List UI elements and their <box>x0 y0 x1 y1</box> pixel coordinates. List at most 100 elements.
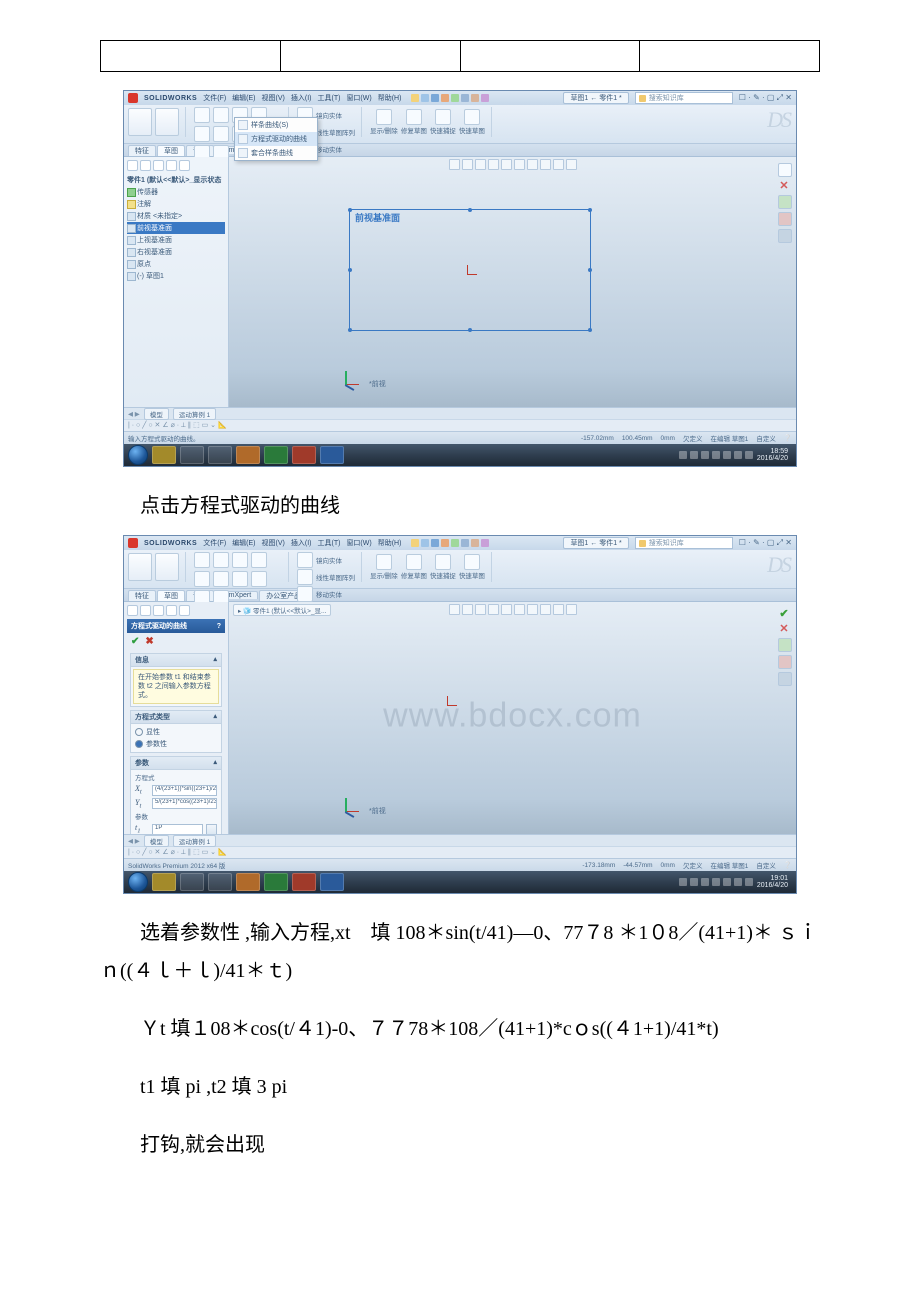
rebuild-icon[interactable] <box>471 539 479 547</box>
menu-tools[interactable]: 工具(T) <box>317 538 340 548</box>
tray-icon[interactable] <box>701 451 709 459</box>
window-controls[interactable]: ☐ · ✎ · ▢ ⤢ ✕ <box>739 538 792 548</box>
handle-icon[interactable] <box>588 208 592 212</box>
tray-icon[interactable] <box>679 878 687 886</box>
menu-view[interactable]: 视图(V) <box>262 93 285 103</box>
tab-sketch[interactable]: 草图 <box>157 145 185 156</box>
display-delete-icon[interactable] <box>376 109 392 125</box>
print-icon[interactable] <box>441 94 449 102</box>
new-icon[interactable] <box>411 539 419 547</box>
handle-icon[interactable] <box>348 268 352 272</box>
undo-icon[interactable] <box>451 94 459 102</box>
view-orient-icon[interactable] <box>501 604 512 615</box>
property-mgr-icon[interactable] <box>140 160 151 171</box>
tab-model[interactable]: 模型 <box>144 835 169 847</box>
taskbar-app-icon[interactable] <box>152 446 176 464</box>
tree-item-material[interactable]: 材质 <未指定> <box>127 210 225 222</box>
cancel-button-icon[interactable]: ✖ <box>145 636 153 647</box>
sketch-exit-button[interactable] <box>128 553 152 581</box>
tray-icon[interactable] <box>701 878 709 886</box>
search-input[interactable]: 搜索知识库 <box>635 92 733 104</box>
yt-input[interactable]: 5/(23+1)*cos((23+1)/23*t) <box>152 798 217 809</box>
line-tool-icon[interactable] <box>194 107 210 123</box>
slot-tool-icon[interactable] <box>232 571 248 587</box>
tree-tab-icons[interactable] <box>127 605 225 616</box>
collapse-icon[interactable]: ▴ <box>213 712 217 722</box>
zoom-fit-icon[interactable] <box>449 604 460 615</box>
menu-help[interactable]: 帮助(H) <box>378 93 402 103</box>
menu-file[interactable]: 文件(F) <box>203 538 226 548</box>
sketch-confirm-icon[interactable]: ✔ <box>778 608 790 620</box>
view-orient-icon[interactable] <box>501 159 512 170</box>
help-icon[interactable]: ❔ <box>784 434 792 442</box>
heads-up-toolbar[interactable] <box>449 604 577 615</box>
exit-sketch-icon[interactable]: ✕ <box>778 180 790 192</box>
document-tab[interactable]: 草图1 ← 零件1 * <box>563 92 628 104</box>
menu-view[interactable]: 视图(V) <box>262 538 285 548</box>
config-mgr-icon[interactable] <box>153 160 164 171</box>
quick-sketch-icon[interactable] <box>464 109 480 125</box>
tree-item-sensors[interactable]: 传感器 <box>127 186 225 198</box>
quick-snap-icon[interactable] <box>435 554 451 570</box>
appearance-icon[interactable] <box>778 638 792 652</box>
document-tab[interactable]: 草图1 ← 零件1 * <box>563 537 628 549</box>
taskbar-solidworks-icon[interactable] <box>292 873 316 891</box>
display-mgr-icon[interactable] <box>179 160 190 171</box>
taskbar-app-icon[interactable] <box>236 446 260 464</box>
quick-access-toolbar[interactable] <box>411 94 489 102</box>
tray-icon[interactable] <box>679 451 687 459</box>
tray-icon[interactable] <box>723 451 731 459</box>
tray-icon[interactable] <box>712 878 720 886</box>
redo-icon[interactable] <box>461 539 469 547</box>
tray-icon[interactable] <box>690 878 698 886</box>
menu-file[interactable]: 文件(F) <box>203 93 226 103</box>
circle-tool-icon[interactable] <box>213 107 229 123</box>
zoom-area-icon[interactable] <box>462 159 473 170</box>
ok-button-icon[interactable]: ✔ <box>131 636 139 647</box>
sketch-confirm-icon[interactable] <box>778 163 792 177</box>
tree-item-top-plane[interactable]: 上视基准面 <box>127 234 225 246</box>
tab-motion-study[interactable]: 运动算例 1 <box>173 408 216 420</box>
scene-icon[interactable] <box>778 655 792 669</box>
fit-spline-item[interactable]: 套合样条曲线 <box>235 146 317 160</box>
quick-access-toolbar[interactable] <box>411 539 489 547</box>
sketch-exit-button[interactable] <box>128 108 152 136</box>
window-controls[interactable]: ☐ · ✎ · ▢ ⤢ ✕ <box>739 93 792 103</box>
section-view-icon[interactable] <box>488 604 499 615</box>
repair-sketch-icon[interactable] <box>406 109 422 125</box>
tree-item-origin[interactable]: 原点 <box>127 258 225 270</box>
options-icon[interactable] <box>481 539 489 547</box>
quick-sketch-icon[interactable] <box>464 554 480 570</box>
handle-icon[interactable] <box>588 268 592 272</box>
display-style-icon[interactable] <box>514 604 525 615</box>
smart-dim-button[interactable] <box>155 553 179 581</box>
taskbar-clock[interactable]: 19:01 2016/4/20 <box>757 875 792 889</box>
taskbar-app-icon[interactable] <box>208 873 232 891</box>
new-icon[interactable] <box>411 94 419 102</box>
menu-window[interactable]: 窗口(W) <box>346 93 371 103</box>
redo-icon[interactable] <box>461 94 469 102</box>
move-entities-icon[interactable] <box>297 586 313 602</box>
display-delete-icon[interactable] <box>376 554 392 570</box>
tray-icon[interactable] <box>723 878 731 886</box>
zoom-area-icon[interactable] <box>462 604 473 615</box>
undo-icon[interactable] <box>451 539 459 547</box>
spline-curve-item[interactable]: 样条曲线(S) <box>235 118 317 132</box>
menu-edit[interactable]: 编辑(E) <box>232 538 255 548</box>
save-icon[interactable] <box>431 539 439 547</box>
sketch-toolbar[interactable]: | · ○ ╱ ○ ✕ ∠ ⌀ · ⟂ ∥ ⬚ ▭ ⌄ 📐 <box>124 419 796 431</box>
spline-tool-icon[interactable] <box>194 126 210 142</box>
radio-explicit[interactable]: 显性 <box>135 726 217 738</box>
handle-icon[interactable] <box>468 208 472 212</box>
start-button-icon[interactable] <box>128 445 148 465</box>
view-setting-icon[interactable] <box>566 159 577 170</box>
sketch-toolbar[interactable]: | · ○ ╱ ○ ✕ ∠ ⌀ · ⟂ ∥ ⬚ ▭ ⌄ 📐 <box>124 846 796 858</box>
linear-pattern-icon[interactable] <box>297 569 313 585</box>
flyout-tree-crumb[interactable]: ▸ 🧊 零件1 (默认<<默认>_显... <box>233 604 331 616</box>
apply-scene-icon[interactable] <box>553 159 564 170</box>
prev-view-icon[interactable] <box>475 604 486 615</box>
taskbar-app-icon[interactable] <box>180 873 204 891</box>
taskbar-app-icon[interactable] <box>180 446 204 464</box>
taskbar-app-icon[interactable] <box>208 446 232 464</box>
taskbar-app-icon[interactable] <box>152 873 176 891</box>
